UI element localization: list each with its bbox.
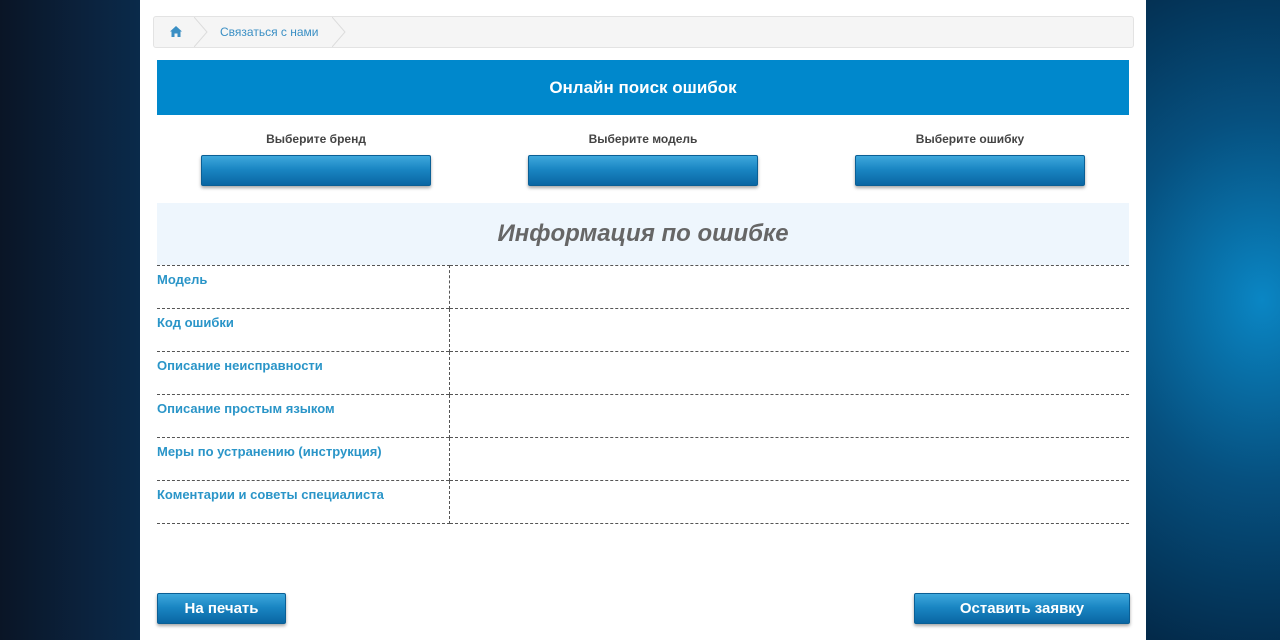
model-selector-label: Выберите модель — [588, 132, 698, 146]
brand-selector: Выберите бренд — [201, 132, 431, 186]
row-value-model — [449, 265, 1129, 309]
row-value-fault-description — [449, 351, 1129, 395]
brand-select-button[interactable] — [201, 155, 431, 186]
brand-selector-label: Выберите бренд — [266, 132, 366, 146]
home-icon — [170, 26, 182, 37]
error-select-button[interactable] — [855, 155, 1085, 186]
model-select-button[interactable] — [528, 155, 758, 186]
print-button[interactable]: На печать — [157, 593, 286, 624]
row-label-specialist-comments: Коментарии и советы специалиста — [157, 480, 450, 524]
info-table: Модель Код ошибки Описание неисправности… — [157, 265, 1129, 524]
row-value-error-code — [449, 308, 1129, 352]
row-label-error-code: Код ошибки — [157, 308, 450, 352]
info-header: Информация по ошибке — [157, 203, 1129, 265]
error-selector: Выберите ошибку — [855, 132, 1085, 186]
table-row: Коментарии и советы специалиста — [157, 480, 1129, 524]
breadcrumb-separator — [332, 17, 346, 47]
table-row: Меры по устранению (инструкция) — [157, 437, 1129, 481]
table-row: Модель — [157, 265, 1129, 309]
info-title: Информация по ошибке — [497, 220, 789, 247]
page-background-left — [0, 0, 140, 640]
model-selector: Выберите модель — [528, 132, 758, 186]
row-label-fix-instructions: Меры по устранению (инструкция) — [157, 437, 450, 481]
main-content: Связаться с нами Онлайн поиск ошибок Выб… — [140, 0, 1146, 640]
search-banner: Онлайн поиск ошибок — [157, 60, 1129, 115]
row-label-plain-description: Описание простым языком — [157, 394, 450, 438]
row-label-model: Модель — [157, 265, 450, 309]
breadcrumb-contact-link[interactable]: Связаться с нами — [220, 25, 318, 39]
row-label-fault-description: Описание неисправности — [157, 351, 450, 395]
error-selector-label: Выберите ошибку — [915, 132, 1025, 146]
table-row: Код ошибки — [157, 308, 1129, 352]
banner-title: Онлайн поиск ошибок — [549, 77, 737, 97]
row-value-specialist-comments — [449, 480, 1129, 524]
submit-request-button[interactable]: Оставить заявку — [914, 593, 1130, 624]
breadcrumb: Связаться с нами — [153, 16, 1134, 48]
row-value-plain-description — [449, 394, 1129, 438]
table-row: Описание простым языком — [157, 394, 1129, 438]
table-row: Описание неисправности — [157, 351, 1129, 395]
row-value-fix-instructions — [449, 437, 1129, 481]
breadcrumb-home[interactable] — [154, 17, 194, 47]
breadcrumb-separator — [194, 17, 208, 47]
